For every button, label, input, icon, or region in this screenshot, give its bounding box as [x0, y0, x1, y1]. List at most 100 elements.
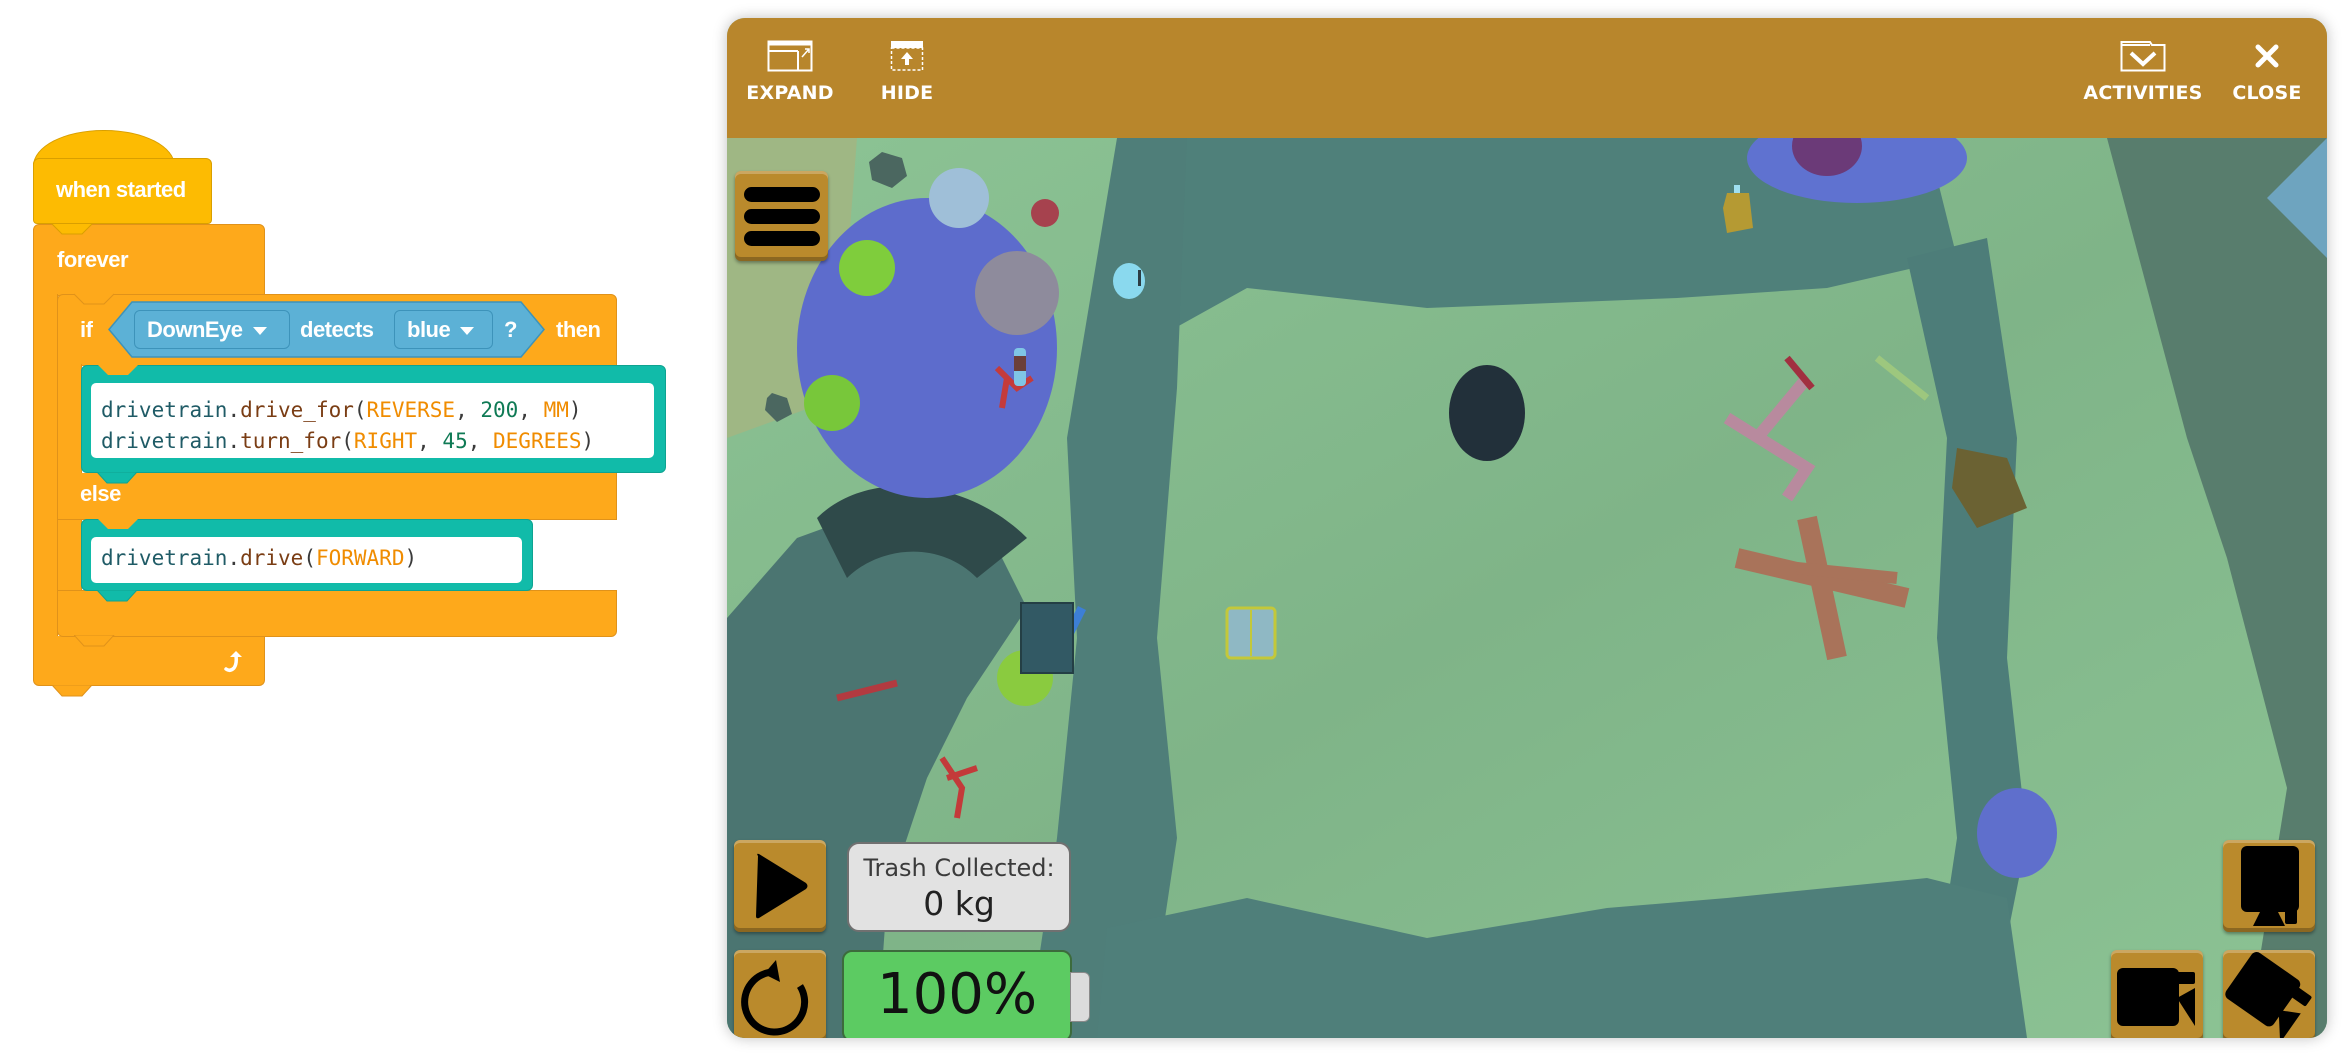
code-function: turn_for	[240, 429, 342, 453]
simulator-panel: EXPAND HIDE ACTIVITIES CLOSE Trash Colle…	[727, 18, 2327, 1038]
code-line[interactable]: drivetrain.drive_for(REVERSE, 200, MM)	[101, 395, 654, 426]
code-punct: )	[404, 546, 418, 570]
hide-panel-icon	[890, 41, 924, 71]
code-punct: ,	[455, 398, 481, 422]
red-coral	[1031, 199, 1059, 227]
code-punct: (	[341, 429, 354, 453]
chevron-down-icon	[460, 327, 475, 336]
loop-arrow-icon	[222, 648, 248, 679]
reset-button[interactable]	[734, 950, 826, 1038]
code-constant: REVERSE	[366, 398, 456, 422]
forever-block-arm	[33, 294, 58, 658]
code-number: 45	[442, 429, 468, 453]
forever-block-footer[interactable]	[33, 636, 265, 686]
angled-view-camera-icon	[2225, 951, 2312, 1038]
chevron-down-icon	[252, 327, 267, 336]
menu-button[interactable]	[735, 171, 828, 261]
blocks-workspace[interactable]: when started forever if then else DownEy…	[0, 0, 720, 1062]
close-button[interactable]: CLOSE	[2227, 40, 2307, 104]
activities-button[interactable]: ACTIVITIES	[2075, 40, 2211, 104]
close-icon	[2255, 44, 2279, 68]
expand-label: EXPAND	[746, 82, 834, 104]
simulation-viewport[interactable]: Trash Collected: 0 kg 100%	[727, 138, 2327, 1038]
condition-detects-block[interactable]: DownEye detects blue ?	[108, 301, 545, 358]
tire-trash	[1449, 365, 1525, 461]
code-punct: ,	[518, 398, 544, 422]
forever-label: forever	[57, 247, 129, 272]
reset-icon	[741, 960, 809, 1036]
code-constant: DEGREES	[493, 429, 582, 453]
when-started-label: when started	[56, 177, 186, 202]
expand-window-icon	[767, 40, 813, 72]
code-function: drive	[240, 546, 304, 570]
top-camera-button[interactable]	[2223, 840, 2315, 932]
detergent-jug-trash	[1723, 193, 1753, 233]
code-constant: MM	[543, 398, 569, 422]
code-block-tab	[97, 590, 138, 602]
hide-label: HIDE	[880, 82, 934, 104]
play-icon	[756, 853, 808, 919]
code-line[interactable]: drivetrain.drive(FORWARD)	[101, 543, 522, 574]
code-block-notch	[98, 519, 138, 529]
code-punct: ,	[467, 429, 494, 453]
code-object: drivetrain	[101, 398, 228, 422]
code-punct: .	[227, 429, 241, 453]
then-label: then	[556, 317, 601, 342]
code-constant: RIGHT	[353, 429, 418, 453]
question-mark-label: ?	[504, 317, 517, 342]
hide-button[interactable]: HIDE	[862, 40, 952, 104]
code-punct: .	[227, 398, 241, 422]
code-line[interactable]: drivetrain.turn_for(RIGHT, 45, DEGREES)	[101, 426, 654, 457]
activities-folder-icon	[2120, 41, 2166, 72]
code-object: drivetrain	[101, 429, 228, 453]
when-started-block[interactable]: when started	[33, 158, 212, 224]
battery-terminal	[1070, 972, 1090, 1022]
if-label: if	[80, 317, 93, 342]
color-dropdown-value: blue	[407, 317, 451, 342]
code-block-tab	[97, 472, 138, 484]
play-button[interactable]	[734, 840, 826, 932]
jug-cap	[1734, 185, 1740, 193]
activities-label: ACTIVITIES	[2083, 82, 2203, 104]
code-punct: ,	[417, 429, 443, 453]
bottle-label	[1014, 356, 1026, 371]
simulator-toolbar: EXPAND HIDE ACTIVITIES CLOSE	[727, 18, 2327, 138]
battery-level-indicator: 100%	[842, 950, 1072, 1038]
expand-button[interactable]: EXPAND	[745, 40, 835, 104]
side-view-camera-icon	[2117, 968, 2195, 1026]
tube-coral	[929, 168, 989, 228]
code-punct: (	[303, 546, 316, 570]
grey-coral	[975, 251, 1059, 335]
trash-collected-display: Trash Collected: 0 kg	[847, 842, 1071, 932]
code-constant: FORWARD	[315, 546, 405, 570]
sensor-dropdown[interactable]: DownEye	[134, 310, 290, 349]
else-code-block[interactable]: drivetrain.drive(FORWARD)	[81, 519, 533, 591]
then-code-block[interactable]: drivetrain.drive_for(REVERSE, 200, MM) dr…	[81, 365, 666, 473]
coral-reef	[1977, 788, 2057, 878]
sensor-dropdown-value: DownEye	[147, 317, 243, 342]
color-dropdown[interactable]: blue	[394, 310, 493, 349]
trash-collected-value: 0 kg	[923, 884, 995, 923]
forever-notch	[52, 223, 93, 235]
close-label: CLOSE	[2232, 82, 2302, 104]
hamburger-menu-icon	[744, 187, 820, 246]
code-punct: (	[353, 398, 367, 422]
green-coral	[804, 375, 860, 431]
trash-collected-label: Trash Collected:	[863, 854, 1055, 882]
top-view-camera-icon	[2241, 846, 2299, 926]
then-code-editor[interactable]: drivetrain.drive_for(REVERSE, 200, MM) dr…	[91, 383, 654, 458]
code-object: drivetrain	[101, 546, 228, 570]
code-punct: )	[581, 429, 595, 453]
robot-arm	[1138, 270, 1141, 286]
else-code-editor[interactable]: drivetrain.drive(FORWARD)	[91, 537, 522, 583]
code-block-notch	[98, 365, 138, 375]
code-punct: .	[227, 546, 241, 570]
green-coral	[839, 240, 895, 296]
code-punct: )	[568, 398, 582, 422]
side-camera-button[interactable]	[2111, 950, 2203, 1038]
battery-percentage: 100%	[876, 962, 1038, 1027]
code-function: drive_for	[240, 398, 354, 422]
forever-bottom-notch	[52, 685, 93, 697]
angled-camera-button[interactable]	[2223, 950, 2315, 1038]
if-bottom-notch	[74, 635, 115, 647]
